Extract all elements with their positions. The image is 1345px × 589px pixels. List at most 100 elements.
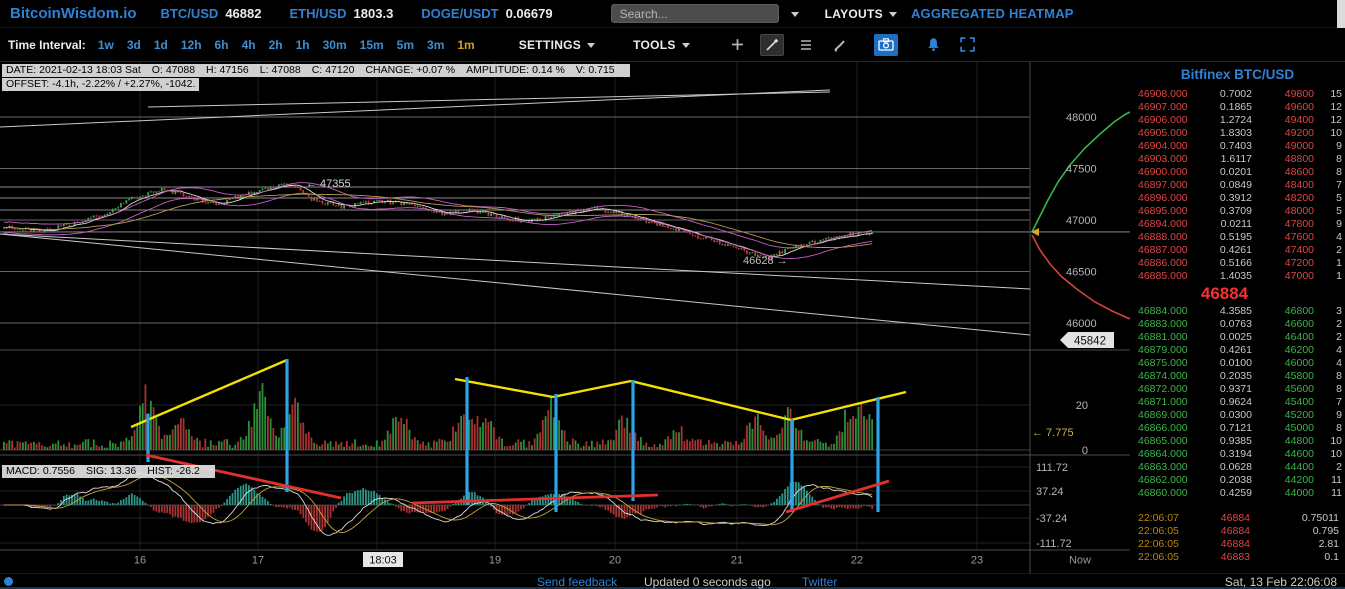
- ticker-price: 46882: [225, 6, 261, 21]
- send-feedback-link[interactable]: Send feedback: [537, 575, 617, 589]
- bid-row: 46874.0000.2035458008: [1130, 370, 1345, 383]
- interval-list: 1w 3d 1d 12h 6h 4h 2h 1h 30m 15m 5m 3m 1m: [98, 38, 475, 52]
- layouts-label: LAYOUTS: [825, 7, 883, 21]
- chevron-down-icon: [889, 12, 897, 17]
- chart-area: 4800047500470004650046000200← 7.775111.7…: [0, 62, 1130, 573]
- ticker-pair: ETH/USD: [289, 6, 346, 21]
- svg-text:16: 16: [134, 555, 146, 567]
- svg-text:-37.24: -37.24: [1036, 513, 1067, 525]
- pencil-icon: [765, 38, 779, 52]
- camera-icon: [878, 38, 894, 51]
- bid-row: 46863.0000.0628444002: [1130, 461, 1345, 474]
- bid-row: 46875.0000.0100460004: [1130, 357, 1345, 370]
- svg-text:19: 19: [489, 555, 501, 567]
- svg-text:-111.72: -111.72: [1036, 538, 1072, 550]
- chevron-down-icon: [587, 43, 595, 48]
- tools-label: TOOLS: [633, 38, 676, 52]
- interval-1h[interactable]: 1h: [296, 38, 310, 52]
- bid-row: 46883.0000.0763466002: [1130, 318, 1345, 331]
- ticker-pair: BTC/USD: [161, 6, 219, 21]
- clock: Sat, 13 Feb 22:06:08: [1225, 575, 1337, 589]
- brush-tool-button[interactable]: [828, 34, 852, 56]
- interval-3d[interactable]: 3d: [127, 38, 141, 52]
- search-dropdown-button[interactable]: [779, 2, 805, 25]
- chart-tool-icons: [726, 34, 980, 56]
- trade-row: 22:06:05468842.81: [1130, 538, 1345, 551]
- twitter-link[interactable]: Twitter: [802, 575, 837, 589]
- trade-row: 22:06:05468830.1: [1130, 551, 1345, 564]
- bid-row: 46865.0000.93854480010: [1130, 435, 1345, 448]
- interval-15m[interactable]: 15m: [360, 38, 384, 52]
- svg-text:45842: 45842: [1074, 336, 1106, 348]
- bid-row: 46881.0000.0025464002: [1130, 331, 1345, 344]
- ask-row: 46885.0001.4035470001: [1130, 270, 1345, 283]
- topbar: BitcoinWisdom.io BTC/USD 46882 ETH/USD1803…: [0, 0, 1345, 28]
- ask-row: 46896.0000.3912482005: [1130, 192, 1345, 205]
- ask-row: 46908.0000.70024980015: [1130, 88, 1345, 101]
- ask-row: 46905.0001.83034920010: [1130, 127, 1345, 140]
- search-input[interactable]: [611, 4, 779, 23]
- interval-6h[interactable]: 6h: [215, 38, 229, 52]
- svg-text:48000: 48000: [1066, 112, 1097, 124]
- interval-3m[interactable]: 3m: [427, 38, 444, 52]
- svg-text:18:03: 18:03: [369, 555, 397, 567]
- ticker-eth-usd[interactable]: ETH/USD1803.3: [289, 6, 393, 21]
- orderbook-title: Bitfinex BTC/USD: [1130, 62, 1345, 88]
- ask-row: 46906.0001.27244940012: [1130, 114, 1345, 127]
- svg-text:20: 20: [1076, 400, 1088, 412]
- drawings-list-button[interactable]: [794, 34, 818, 56]
- layouts-button[interactable]: LAYOUTS: [825, 7, 897, 21]
- ask-row: 46887.0000.4261474002: [1130, 244, 1345, 257]
- bitcoinwisdom-app: BitcoinWisdom.io BTC/USD 46882 ETH/USD1803…: [0, 0, 1345, 589]
- trade-row: 22:06:05468840.795: [1130, 525, 1345, 538]
- interval-toolbar: Time Interval: 1w3d1d12h6h4h2h1h30m15m5m…: [0, 28, 1345, 62]
- svg-text:22: 22: [851, 555, 863, 567]
- interval-1m[interactable]: 1m: [457, 38, 474, 52]
- ask-row: 46900.0000.0201486008: [1130, 166, 1345, 179]
- fullscreen-button[interactable]: [956, 34, 980, 56]
- ticker-nav: BTC/USD 46882 ETH/USD1803.3 DOGE/USDT0.0667…: [161, 6, 553, 21]
- ticker-btc-usd[interactable]: BTC/USD 46882: [161, 6, 262, 21]
- interval-30m[interactable]: 30m: [323, 38, 347, 52]
- bids-list: 46884.0004.358546800346883.0000.07634660…: [1130, 305, 1345, 500]
- macd-readout: MACD:0.7556SIG:13.36HIST:-26.2: [2, 465, 215, 478]
- expand-icon: [960, 37, 975, 52]
- lines-list-icon: [799, 38, 813, 52]
- logo[interactable]: BitcoinWisdom.io: [10, 5, 137, 22]
- interval-5m[interactable]: 5m: [397, 38, 414, 52]
- interval-1w[interactable]: 1w: [98, 38, 114, 52]
- screenshot-camera-button[interactable]: [874, 34, 898, 56]
- ticker-doge-usdt[interactable]: DOGE/USDT0.06679: [421, 6, 552, 21]
- add-indicator-button[interactable]: [726, 34, 750, 56]
- alerts-bell-button[interactable]: [922, 34, 946, 56]
- ask-row: 46903.0001.6117488008: [1130, 153, 1345, 166]
- status-icon: [4, 577, 13, 586]
- bid-row: 46884.0004.3585468003: [1130, 305, 1345, 318]
- interval-12h[interactable]: 12h: [181, 38, 202, 52]
- svg-text:46000: 46000: [1066, 318, 1097, 330]
- svg-text:37.24: 37.24: [1036, 486, 1064, 498]
- draw-line-tool-button[interactable]: [760, 34, 784, 56]
- last-price: 46884: [1130, 283, 1345, 305]
- bid-row: 46866.0000.7121450008: [1130, 422, 1345, 435]
- settings-button[interactable]: SETTINGS: [519, 38, 595, 52]
- offset-readout: OFFSET: -4.1h, -2.22% / +2.27%, -1042.: [2, 78, 199, 91]
- ask-row: 46895.0000.3709480005: [1130, 205, 1345, 218]
- chevron-down-icon: [682, 43, 690, 48]
- interval-1d[interactable]: 1d: [154, 38, 168, 52]
- brush-icon: [833, 38, 847, 52]
- interval-2h[interactable]: 2h: [269, 38, 283, 52]
- tools-button[interactable]: TOOLS: [633, 38, 690, 52]
- scrollbar-thumb[interactable]: [1337, 0, 1345, 28]
- interval-4h[interactable]: 4h: [242, 38, 256, 52]
- bid-row: 46869.0000.0300452009: [1130, 409, 1345, 422]
- orderbook-panel: Bitfinex BTC/USD 46908.0000.70024980015 4…: [1130, 62, 1345, 573]
- bid-row: 46860.0000.42594400011: [1130, 487, 1345, 500]
- bid-row: 46862.0000.20384420011: [1130, 474, 1345, 487]
- settings-label: SETTINGS: [519, 38, 581, 52]
- aggregated-heatmap-link[interactable]: AGGREGATED HEATMAP: [911, 6, 1074, 21]
- svg-text:17: 17: [252, 555, 264, 567]
- price-chart[interactable]: 4800047500470004650046000200← 7.775111.7…: [0, 62, 1130, 573]
- ask-row: 46897.0000.0849484007: [1130, 179, 1345, 192]
- ask-row: 46886.0000.5166472001: [1130, 257, 1345, 270]
